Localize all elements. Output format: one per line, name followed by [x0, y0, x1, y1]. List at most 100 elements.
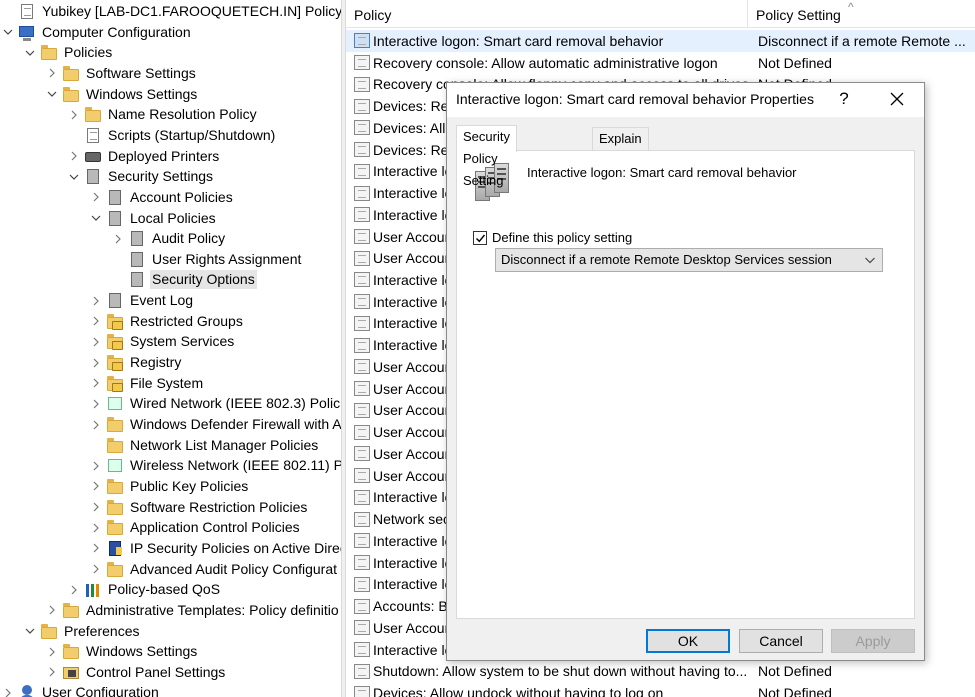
ok-button[interactable]: OK [646, 629, 730, 653]
close-button[interactable] [879, 87, 915, 111]
tree-item[interactable]: Event Log [90, 290, 195, 311]
chevron-right-icon[interactable] [90, 331, 102, 352]
close-icon [890, 92, 904, 106]
chevron-right-icon[interactable] [46, 600, 58, 621]
tree-item[interactable]: Public Key Policies [90, 476, 250, 497]
tree-item[interactable]: User Configuration [2, 682, 161, 697]
chevron-down-icon[interactable] [90, 208, 102, 229]
tree-item[interactable]: Control Panel Settings [46, 662, 227, 683]
tree-item[interactable]: Audit Policy [112, 228, 227, 249]
chevron-right-icon[interactable] [90, 187, 102, 208]
tree-item[interactable]: Scripts (Startup/Shutdown) [68, 125, 277, 146]
computer-icon [18, 24, 36, 41]
security-icon [128, 251, 146, 268]
tree-item[interactable]: Account Policies [90, 187, 235, 208]
tree-item[interactable]: Software Restriction Policies [90, 497, 309, 518]
policy-doc-icon [18, 3, 36, 20]
tree-item[interactable]: Policies [24, 42, 114, 63]
cancel-button[interactable]: Cancel [739, 629, 823, 653]
tree-item[interactable]: IP Security Policies on Active Direc [90, 538, 341, 559]
folder-icon [106, 519, 124, 536]
tree-item[interactable]: Computer Configuration [2, 22, 193, 43]
policy-name-cell: Recovery console: Allow automatic admini… [373, 54, 718, 71]
tree-item[interactable]: Network List Manager Policies [90, 435, 320, 456]
define-policy-checkbox[interactable] [473, 230, 487, 245]
tree-item[interactable]: Restricted Groups [90, 311, 245, 332]
chevron-right-icon[interactable] [90, 373, 102, 394]
chevron-right-icon[interactable] [90, 476, 102, 497]
tree-item[interactable]: Advanced Audit Policy Configurat [90, 559, 339, 580]
apply-button[interactable]: Apply [831, 629, 915, 653]
table-row[interactable]: Interactive logon: Smart card removal be… [346, 30, 975, 52]
define-policy-label: Define this policy setting [492, 230, 633, 245]
tree-item[interactable]: System Services [90, 331, 236, 352]
tab-security-policy-setting[interactable]: Security Policy Setting [456, 125, 517, 188]
column-header-policy-setting[interactable]: ^ Policy Setting [748, 0, 975, 28]
chevron-right-icon[interactable] [90, 559, 102, 580]
help-button[interactable]: ? [833, 87, 855, 111]
chevron-right-icon[interactable] [90, 414, 102, 435]
console-tree[interactable]: Yubikey [LAB-DC1.FAROOQUETECH.IN] Policy… [0, 0, 341, 697]
tree-item[interactable]: Yubikey [LAB-DC1.FAROOQUETECH.IN] Policy [2, 1, 341, 22]
chevron-right-icon[interactable] [68, 579, 80, 600]
chevron-right-icon[interactable] [90, 497, 102, 518]
chevron-right-icon[interactable] [90, 393, 102, 414]
tree-item[interactable]: Windows Defender Firewall with A [90, 414, 341, 435]
chevron-down-icon[interactable] [2, 22, 14, 43]
tree-item[interactable]: Name Resolution Policy [68, 104, 259, 125]
tree-item-label: Control Panel Settings [86, 663, 226, 680]
tree-item[interactable]: Deployed Printers [68, 146, 221, 167]
chevron-right-icon[interactable] [46, 662, 58, 683]
tree-item[interactable]: Application Control Policies [90, 517, 302, 538]
chevron-right-icon[interactable] [90, 311, 102, 332]
tree-item-label: Yubikey [LAB-DC1.FAROOQUETECH.IN] Policy [42, 3, 341, 19]
tree-item[interactable]: Security Settings [68, 166, 215, 187]
define-policy-checkbox-row[interactable]: Define this policy setting [473, 230, 632, 245]
chevron-right-icon[interactable] [90, 290, 102, 311]
chevron-right-icon[interactable] [90, 517, 102, 538]
tree-item[interactable]: User Rights Assignment [112, 249, 303, 270]
table-row[interactable]: Devices: Allow undock without having to … [346, 682, 975, 697]
tree-item[interactable]: Administrative Templates: Policy definit… [46, 600, 341, 621]
tree-item[interactable]: Policy-based QoS [68, 579, 222, 600]
policy-setting-cell: Disconnect if a remote Remote ... [758, 32, 965, 49]
chevron-down-icon[interactable] [46, 84, 58, 105]
chevron-right-icon[interactable] [2, 682, 14, 697]
tree-item[interactable]: Preferences [24, 621, 141, 642]
chevron-right-icon[interactable] [90, 352, 102, 373]
dialog-titlebar[interactable]: Interactive logon: Smart card removal be… [447, 83, 924, 117]
tree-item-label: Event Log [130, 292, 194, 309]
security-icon [106, 210, 124, 227]
tree-item-label: Policies [64, 44, 113, 61]
table-row[interactable]: Shutdown: Allow system to be shut down w… [346, 660, 975, 682]
lock-folder-icon [106, 354, 124, 372]
chevron-right-icon[interactable] [112, 228, 124, 249]
tree-item[interactable]: Registry [90, 352, 183, 373]
table-row[interactable]: Recovery console: Allow automatic admini… [346, 52, 975, 74]
removal-behavior-dropdown[interactable]: Disconnect if a remote Remote Desktop Se… [495, 248, 883, 272]
chevron-down-icon[interactable] [24, 621, 36, 642]
chevron-right-icon[interactable] [90, 455, 102, 476]
chevron-right-icon[interactable] [90, 538, 102, 559]
tab-explain[interactable]: Explain [592, 127, 649, 151]
chevron-right-icon[interactable] [46, 63, 58, 84]
tree-item[interactable]: Wireless Network (IEEE 802.11) Po [90, 455, 341, 476]
tree-item[interactable]: Security Options [112, 269, 257, 290]
column-header-policy[interactable]: Policy [346, 0, 748, 28]
tree-item[interactable]: Windows Settings [46, 84, 199, 105]
tree-item-label: Network List Manager Policies [130, 436, 319, 453]
tree-item[interactable]: Wired Network (IEEE 802.3) Policie [90, 393, 341, 414]
chevron-right-icon[interactable] [68, 146, 80, 167]
policy-item-icon [354, 598, 370, 614]
chevron-down-icon[interactable] [68, 166, 80, 187]
tree-item[interactable]: Windows Settings [46, 641, 199, 662]
tree-item[interactable]: Software Settings [46, 63, 198, 84]
tree-item[interactable]: File System [90, 373, 205, 394]
tree-item[interactable]: Local Policies [90, 208, 218, 229]
chevron-right-icon[interactable] [46, 641, 58, 662]
chevron-down-icon[interactable] [24, 42, 36, 63]
chevron-right-icon[interactable] [68, 104, 80, 125]
policy-item-icon [354, 98, 370, 114]
